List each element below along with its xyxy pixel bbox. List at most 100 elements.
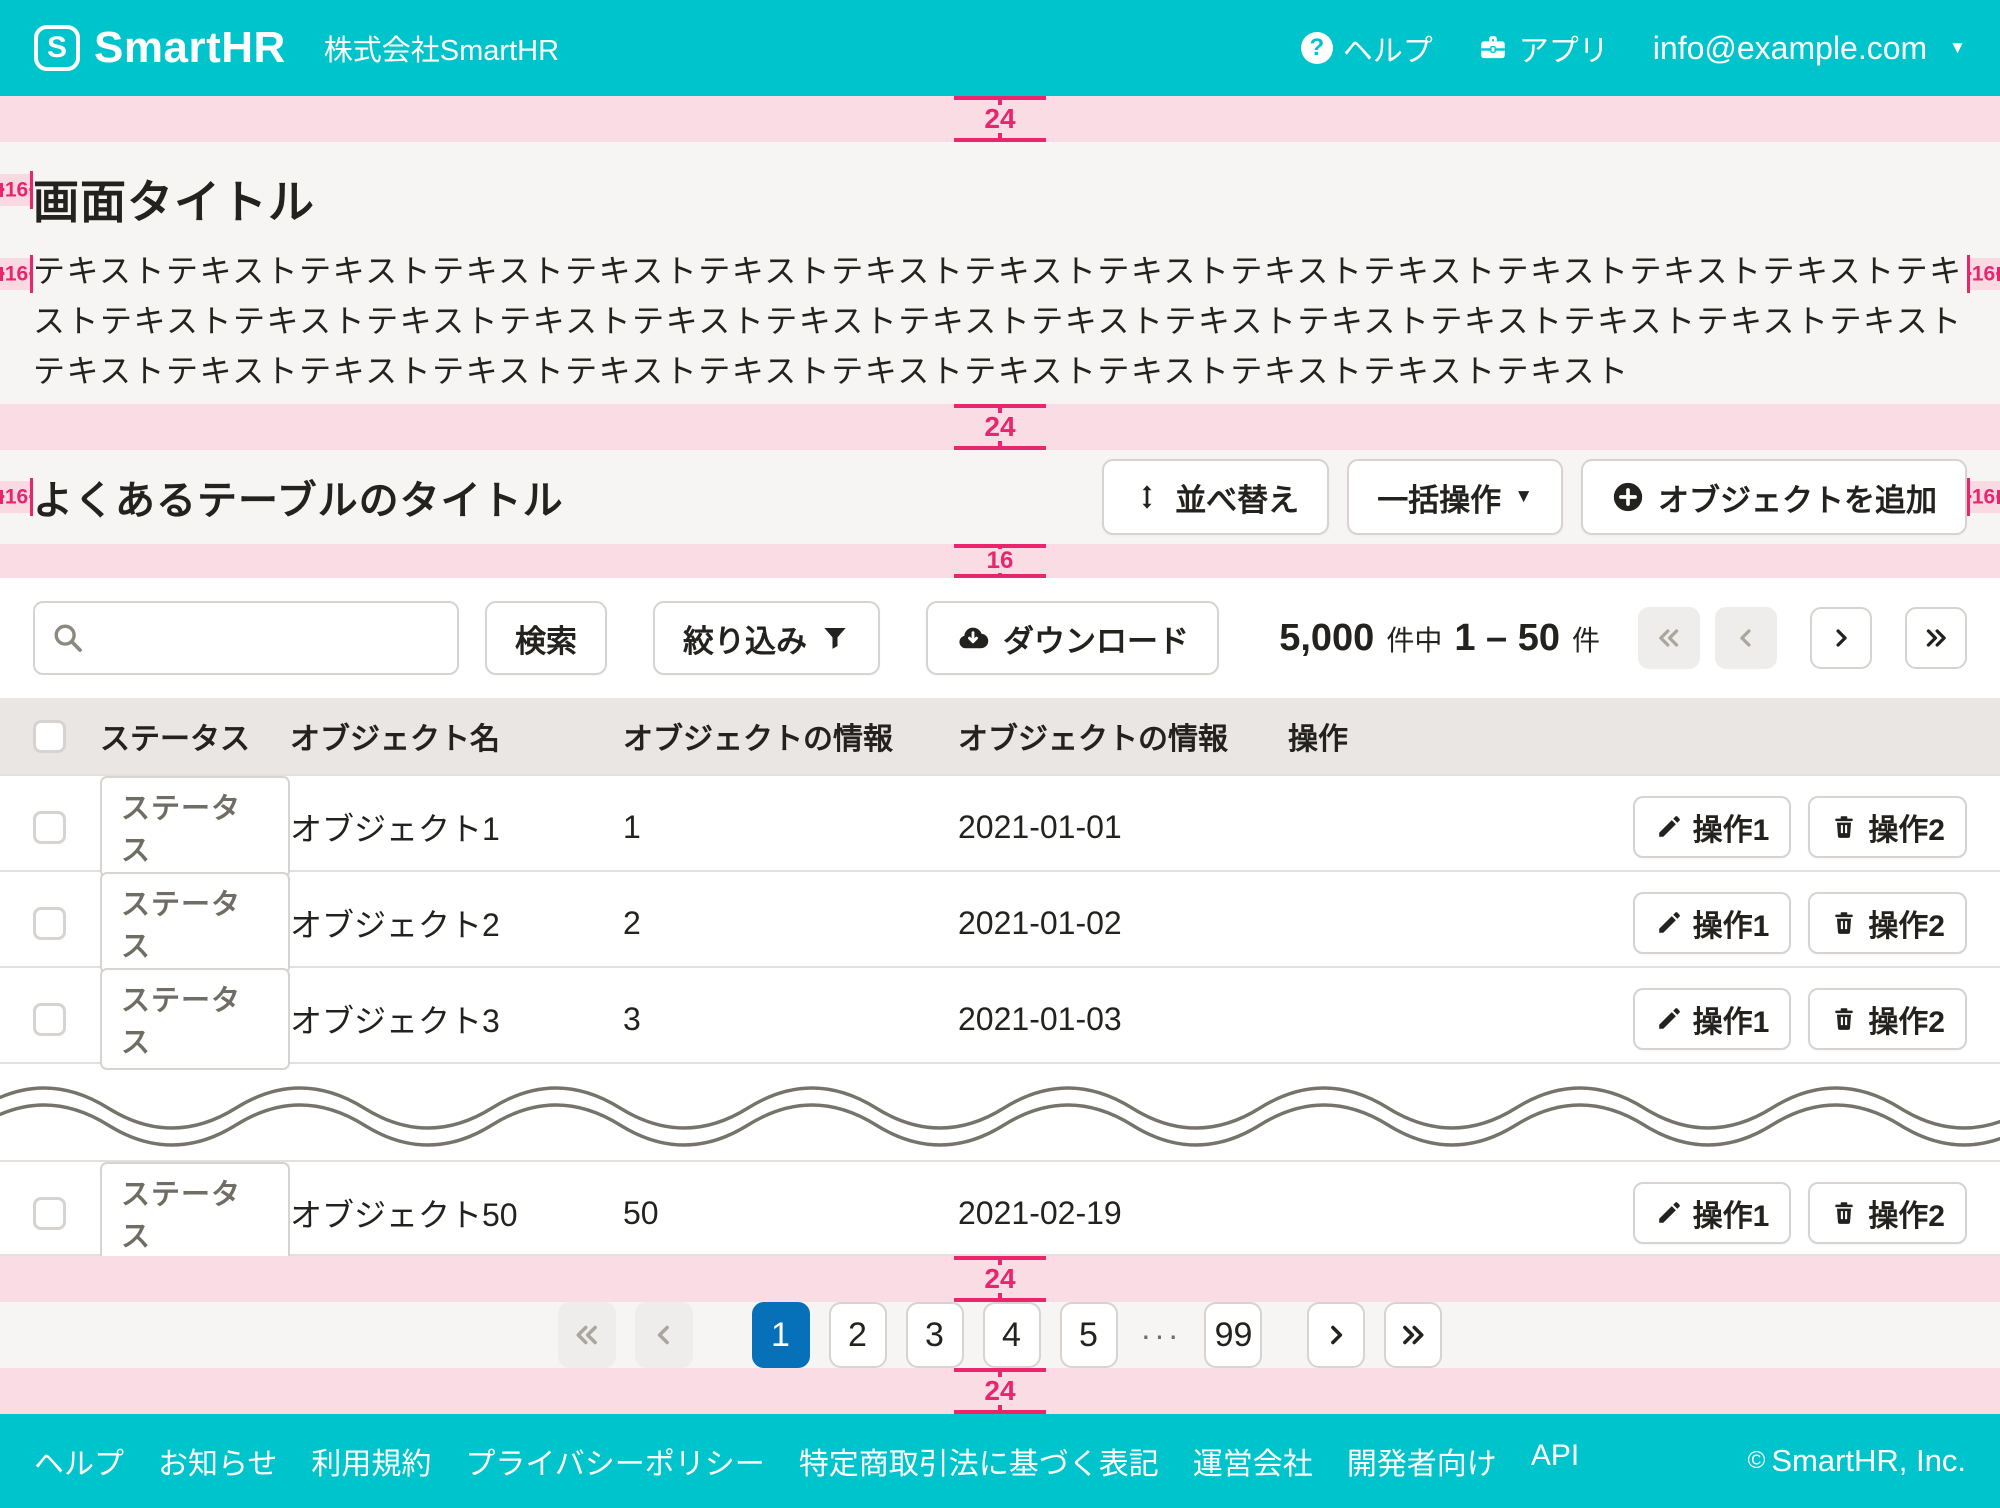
row-action1-button[interactable]: 操作1 [1633,1182,1792,1244]
search-icon [51,621,85,655]
row-action1-button[interactable]: 操作1 [1633,796,1792,858]
page-description-block: 16 テキストテキストテキストテキストテキストテキストテキストテキストテキストテ… [0,234,2000,404]
smarthr-logo[interactable]: S SmartHR [34,23,286,73]
page-title: 画面タイトル [33,166,1967,232]
bulk-actions-label: 一括操作 [1377,475,1501,520]
row-action1-button[interactable]: 操作1 [1633,892,1792,954]
pencil-icon [1655,909,1683,937]
account-menu[interactable]: info@example.com ▼ [1653,30,1966,67]
object-name: オブジェクト50 [290,1190,623,1236]
next-page-button[interactable] [1810,607,1872,669]
column-header-ops: 操作 [1288,714,2000,758]
object-info-1: 50 [623,1195,958,1232]
column-header-info1: オブジェクトの情報 [623,714,958,758]
pencil-icon [1655,813,1683,841]
add-object-button[interactable]: オブジェクトを追加 [1581,459,1967,535]
first-page-button[interactable] [1638,607,1700,669]
company-name: 株式会社SmartHR [324,27,559,69]
select-all-checkbox[interactable] [33,720,66,753]
prev-page-button[interactable] [1715,607,1777,669]
pagination-ellipsis: ··· [1137,1317,1186,1354]
filter-button[interactable]: 絞り込み [653,601,880,675]
status-badge: ステータス [100,872,290,974]
column-header-status: ステータス [100,714,290,758]
page-button[interactable]: 5 [1060,1302,1118,1368]
sort-button[interactable]: 並べ替え [1102,459,1329,535]
download-button-label: ダウンロード [1003,616,1189,661]
account-email: info@example.com [1653,30,1927,67]
footer-link[interactable]: ヘルプ [34,1439,124,1483]
last-page-button[interactable] [1905,607,1967,669]
chevron-left-icon [649,1320,679,1350]
row-action2-label: 操作2 [1868,1191,1945,1235]
double-chevron-left-icon [1655,624,1683,652]
copyright: © SmartHR, Inc. [1748,1443,1966,1479]
table-toolbar: 検索 絞り込み ダウンロード 5,000 件中 1 – 50 件 [0,578,2000,698]
chevron-down-icon: ▼ [1949,38,1966,58]
chevron-down-icon: ▼ [1514,486,1533,508]
row-action2-label: 操作2 [1868,997,1945,1041]
spacing-ruler-24: 24 [954,1368,1046,1414]
spacing-band-description-gap: 24 [0,404,2000,450]
first-page-button[interactable] [558,1302,616,1368]
download-button[interactable]: ダウンロード [926,601,1219,675]
footer-link[interactable]: 運営会社 [1193,1439,1313,1483]
page-button-current[interactable]: 1 [752,1302,810,1368]
prev-page-button[interactable] [635,1302,693,1368]
trash-icon [1830,813,1858,841]
row-action1-button[interactable]: 操作1 [1633,988,1792,1050]
double-chevron-right-icon [1398,1320,1428,1350]
row-action2-button[interactable]: 操作2 [1808,892,1967,954]
row-action2-button[interactable]: 操作2 [1808,1182,1967,1244]
next-page-button[interactable] [1307,1302,1365,1368]
help-icon: ? [1301,32,1333,64]
footer-link[interactable]: 開発者向け [1347,1439,1497,1483]
spacing-ruler-24: 24 [954,96,1046,142]
trash-icon [1830,909,1858,937]
object-info-2: 2021-02-19 [958,1195,1288,1232]
row-action2-button[interactable]: 操作2 [1808,796,1967,858]
result-count: 5,000 件中 1 – 50 件 [1279,617,1600,660]
row-action2-button[interactable]: 操作2 [1808,988,1967,1050]
object-info-2: 2021-01-03 [958,1001,1288,1038]
pencil-icon [1655,1199,1683,1227]
last-page-button[interactable] [1384,1302,1442,1368]
row-checkbox[interactable] [33,811,66,844]
footer-link[interactable]: 利用規約 [311,1439,431,1483]
search-input[interactable] [33,601,459,675]
apps-label: アプリ [1519,26,1609,70]
page-button[interactable]: 4 [983,1302,1041,1368]
help-link[interactable]: ? ヘルプ [1301,26,1433,70]
app-header: S SmartHR 株式会社SmartHR ? ヘルプ アプリ info@exa… [0,0,2000,96]
spacing-band-section-gap: 16 [0,544,2000,578]
result-total: 5,000 [1279,617,1374,660]
page-description: テキストテキストテキストテキストテキストテキストテキストテキストテキストテキスト… [33,246,1967,396]
row-checkbox[interactable] [33,1197,66,1230]
page-button-last-number[interactable]: 99 [1204,1302,1262,1368]
double-chevron-left-icon [572,1320,602,1350]
footer-link[interactable]: プライバシーポリシー [465,1439,764,1483]
search-button[interactable]: 検索 [485,601,607,675]
footer-link[interactable]: お知らせ [158,1439,277,1483]
cloud-download-icon [956,621,990,655]
spacing-ruler-16-section-right: 16 [1967,481,2000,513]
row-action1-label: 操作1 [1693,997,1770,1041]
page-button[interactable]: 3 [906,1302,964,1368]
row-action1-label: 操作1 [1693,901,1770,945]
truncation-wave-separator [0,1062,2000,1160]
bulk-actions-button[interactable]: 一括操作 ▼ [1347,459,1563,535]
apps-link[interactable]: アプリ [1477,26,1609,70]
spacing-ruler-16: 16 [954,544,1046,578]
spacing-ruler-16-desc-right: 16 [1967,258,2000,290]
row-action1-label: 操作1 [1693,1191,1770,1235]
column-header-name: オブジェクト名 [290,714,623,758]
page-button[interactable]: 2 [829,1302,887,1368]
row-checkbox[interactable] [33,1003,66,1036]
footer-link[interactable]: API [1531,1439,1579,1483]
table-row: ステータス オブジェクト2 2 2021-01-02 操作1 [0,870,2000,966]
footer-link[interactable]: 特定商取引法に基づく表記 [799,1439,1159,1483]
result-range-unit: 件 [1572,619,1600,659]
page-title-block: 16 画面タイトル [0,142,2000,234]
funnel-icon [820,623,850,653]
row-checkbox[interactable] [33,907,66,940]
